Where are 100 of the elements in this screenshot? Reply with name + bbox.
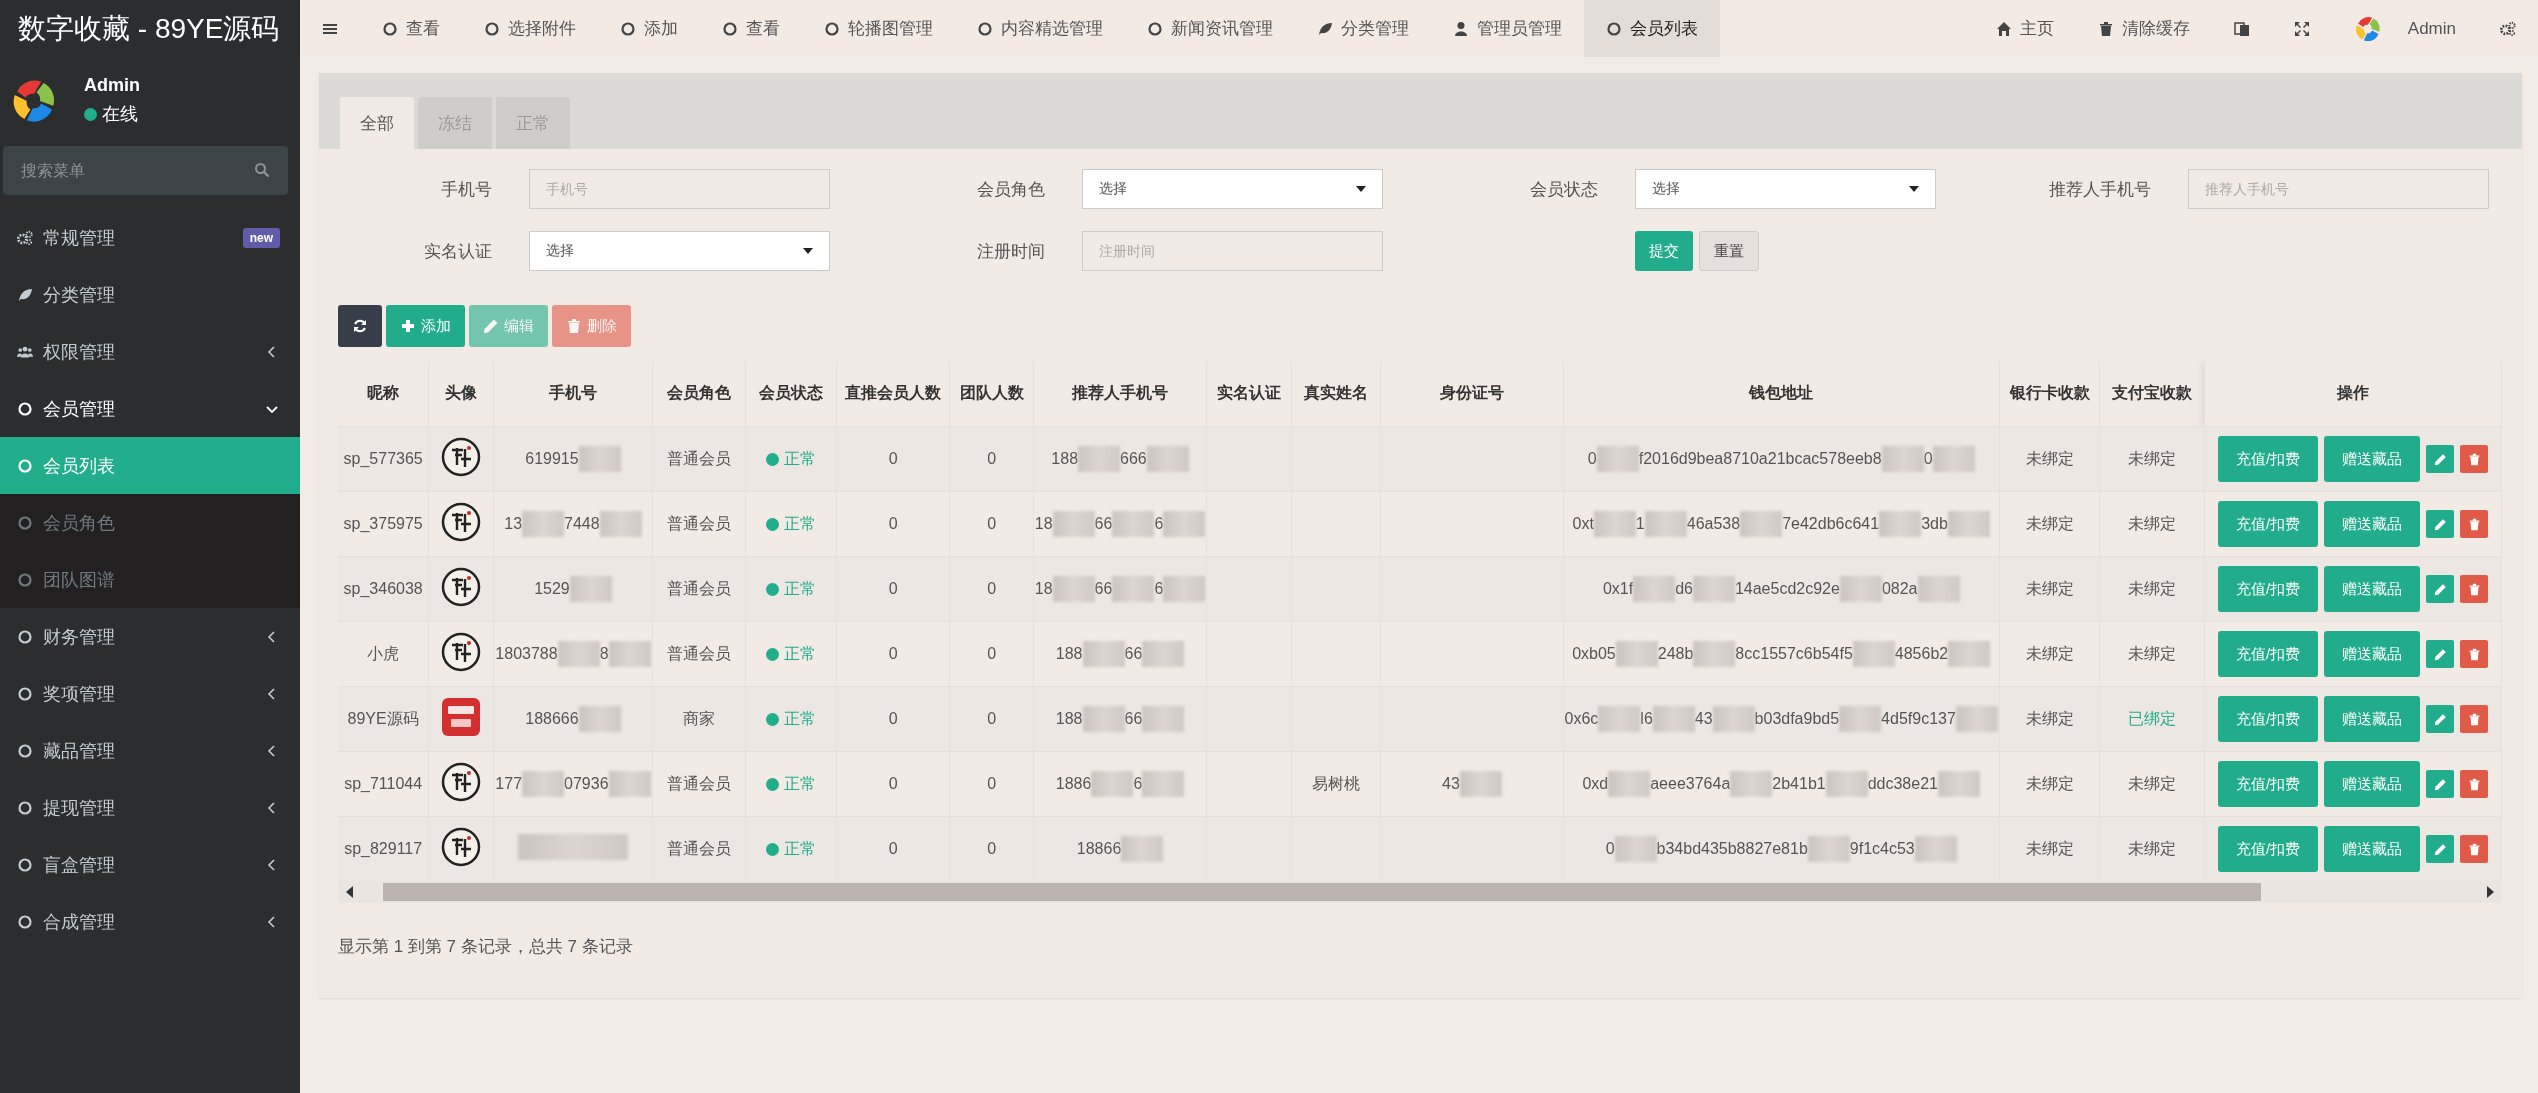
- circle-icon: [17, 913, 33, 930]
- input-field[interactable]: 注册时间: [1082, 231, 1383, 271]
- reset-button[interactable]: 重置: [1699, 231, 1759, 271]
- delete-button[interactable]: [2460, 770, 2489, 798]
- search-icon[interactable]: [254, 162, 270, 178]
- blurred-text: [1947, 511, 1990, 537]
- blurred-text: [578, 706, 621, 732]
- blurred-text: [1917, 576, 1960, 602]
- plus-icon: [400, 318, 416, 334]
- status-text: 正常: [784, 838, 816, 859]
- nav-tab[interactable]: 选择附件: [462, 0, 598, 57]
- sidebar-subitem[interactable]: 团队图谱: [0, 551, 300, 608]
- edit-button[interactable]: [2426, 705, 2455, 733]
- search-field[interactable]: 搜索菜单: [3, 146, 288, 195]
- circle-icon: [977, 20, 993, 37]
- sidebar-item[interactable]: 财务管理: [0, 608, 300, 665]
- blurred-text: [1937, 771, 1980, 797]
- cell-text: 0xb05: [1572, 645, 1616, 663]
- blurred-text: [1839, 576, 1882, 602]
- trash-icon: [2467, 582, 2481, 596]
- edit-button[interactable]: [2426, 510, 2455, 538]
- status-text: 正常: [784, 513, 816, 534]
- table-cell: 普通会员: [652, 556, 746, 622]
- status-dot: [766, 647, 779, 661]
- home-link[interactable]: 主页: [1973, 0, 2076, 57]
- cell-text: 未绑定: [2128, 774, 2177, 792]
- delete-button[interactable]: [2460, 510, 2489, 538]
- blurred-text: [1825, 771, 1868, 797]
- status-dot: [84, 107, 97, 121]
- sidebar-item[interactable]: 常规管理 new: [0, 209, 300, 266]
- delete-button[interactable]: [2460, 835, 2489, 863]
- avatar-logo-icon: [441, 697, 482, 737]
- sidebar-item[interactable]: 权限管理: [0, 323, 300, 380]
- table-cell: sp_829117: [338, 816, 429, 881]
- edit-button[interactable]: [2426, 445, 2455, 473]
- edit-button[interactable]: [2426, 575, 2455, 603]
- user-icon: [1453, 20, 1469, 37]
- cell-text: 6: [1154, 515, 1164, 533]
- edit-button[interactable]: [2426, 640, 2455, 668]
- avatar-seal-icon: [441, 827, 482, 867]
- horizontal-scrollbar[interactable]: [338, 881, 2502, 903]
- pencil-icon: [2433, 842, 2447, 856]
- fullscreen-icon[interactable]: [2293, 20, 2310, 37]
- pencil-icon: [483, 318, 499, 334]
- status-text: 正常: [784, 578, 816, 599]
- sidebar-item[interactable]: 合成管理: [0, 893, 300, 950]
- cell-text: 18: [1034, 580, 1053, 598]
- nav-tab[interactable]: 内容精选管理: [955, 0, 1125, 57]
- select-field[interactable]: 选择: [1635, 169, 1936, 209]
- nav-tab[interactable]: 查看: [700, 0, 802, 57]
- trash-icon: [2097, 20, 2114, 37]
- home-icon: [1995, 20, 2012, 37]
- sidebar-item[interactable]: 提现管理: [0, 779, 300, 836]
- select-field[interactable]: 选择: [1082, 169, 1383, 209]
- nav-tab[interactable]: 管理员管理: [1431, 0, 1584, 57]
- sidebar-item[interactable]: 盲盒管理: [0, 836, 300, 893]
- clear-cache-link[interactable]: 清除缓存: [2075, 0, 2212, 57]
- blurred-text: [1914, 836, 1957, 862]
- table-cell: 商家: [652, 686, 746, 752]
- delete-button[interactable]: [2460, 640, 2489, 668]
- sidebar-item[interactable]: 藏品管理: [0, 722, 300, 779]
- delete-button[interactable]: [2460, 705, 2489, 733]
- blurred-text: [1091, 771, 1134, 797]
- nav-tab[interactable]: 轮播图管理: [802, 0, 955, 57]
- sidebar-item[interactable]: 奖项管理: [0, 665, 300, 722]
- edit-button[interactable]: [2426, 835, 2455, 863]
- status-dot: [766, 452, 779, 466]
- blurred-text: [1593, 511, 1636, 537]
- delete-button[interactable]: [2460, 445, 2489, 473]
- input-field[interactable]: 推荐人手机号: [2188, 169, 2489, 209]
- cell-text: 13: [504, 515, 523, 533]
- nav-tab[interactable]: 新闻资讯管理: [1125, 0, 1295, 57]
- blurred-text: [1082, 706, 1125, 732]
- table-cell: 未绑定: [1999, 426, 2100, 492]
- edit-button[interactable]: [2426, 770, 2455, 798]
- nav-tab[interactable]: 分类管理: [1295, 0, 1431, 57]
- circle-icon: [484, 20, 500, 37]
- sidebar-item[interactable]: 分类管理: [0, 266, 300, 323]
- input-field[interactable]: 手机号: [529, 169, 830, 209]
- select-field[interactable]: 选择: [529, 231, 830, 271]
- avatar-seal-icon: [441, 437, 482, 477]
- sidebar-item[interactable]: 会员管理: [0, 380, 300, 437]
- delete-button[interactable]: [2460, 575, 2489, 603]
- blurred-text: [1644, 511, 1687, 537]
- app-title: 数字收藏 - 89YE源码: [18, 11, 280, 46]
- blurred-text: [1163, 511, 1206, 537]
- blurred-text: [1078, 446, 1121, 472]
- user-menu[interactable]: Admin: [2331, 0, 2478, 57]
- field-label: 手机号: [440, 178, 492, 201]
- cell-text: ddc38e21: [1867, 775, 1938, 793]
- nav-tab[interactable]: 查看: [360, 0, 462, 57]
- cell-text: 已绑定: [2128, 709, 2177, 727]
- sidebar-subitem[interactable]: 会员角色: [0, 494, 300, 551]
- table-cell: 0: [836, 816, 950, 881]
- circle-icon: [17, 685, 33, 702]
- nav-tab[interactable]: 会员列表: [1584, 0, 1720, 57]
- filter-tab[interactable]: 全部: [340, 97, 414, 149]
- refresh-button[interactable]: [338, 305, 382, 347]
- status-text: 正常: [784, 773, 816, 794]
- nav-tab[interactable]: 添加: [598, 0, 700, 57]
